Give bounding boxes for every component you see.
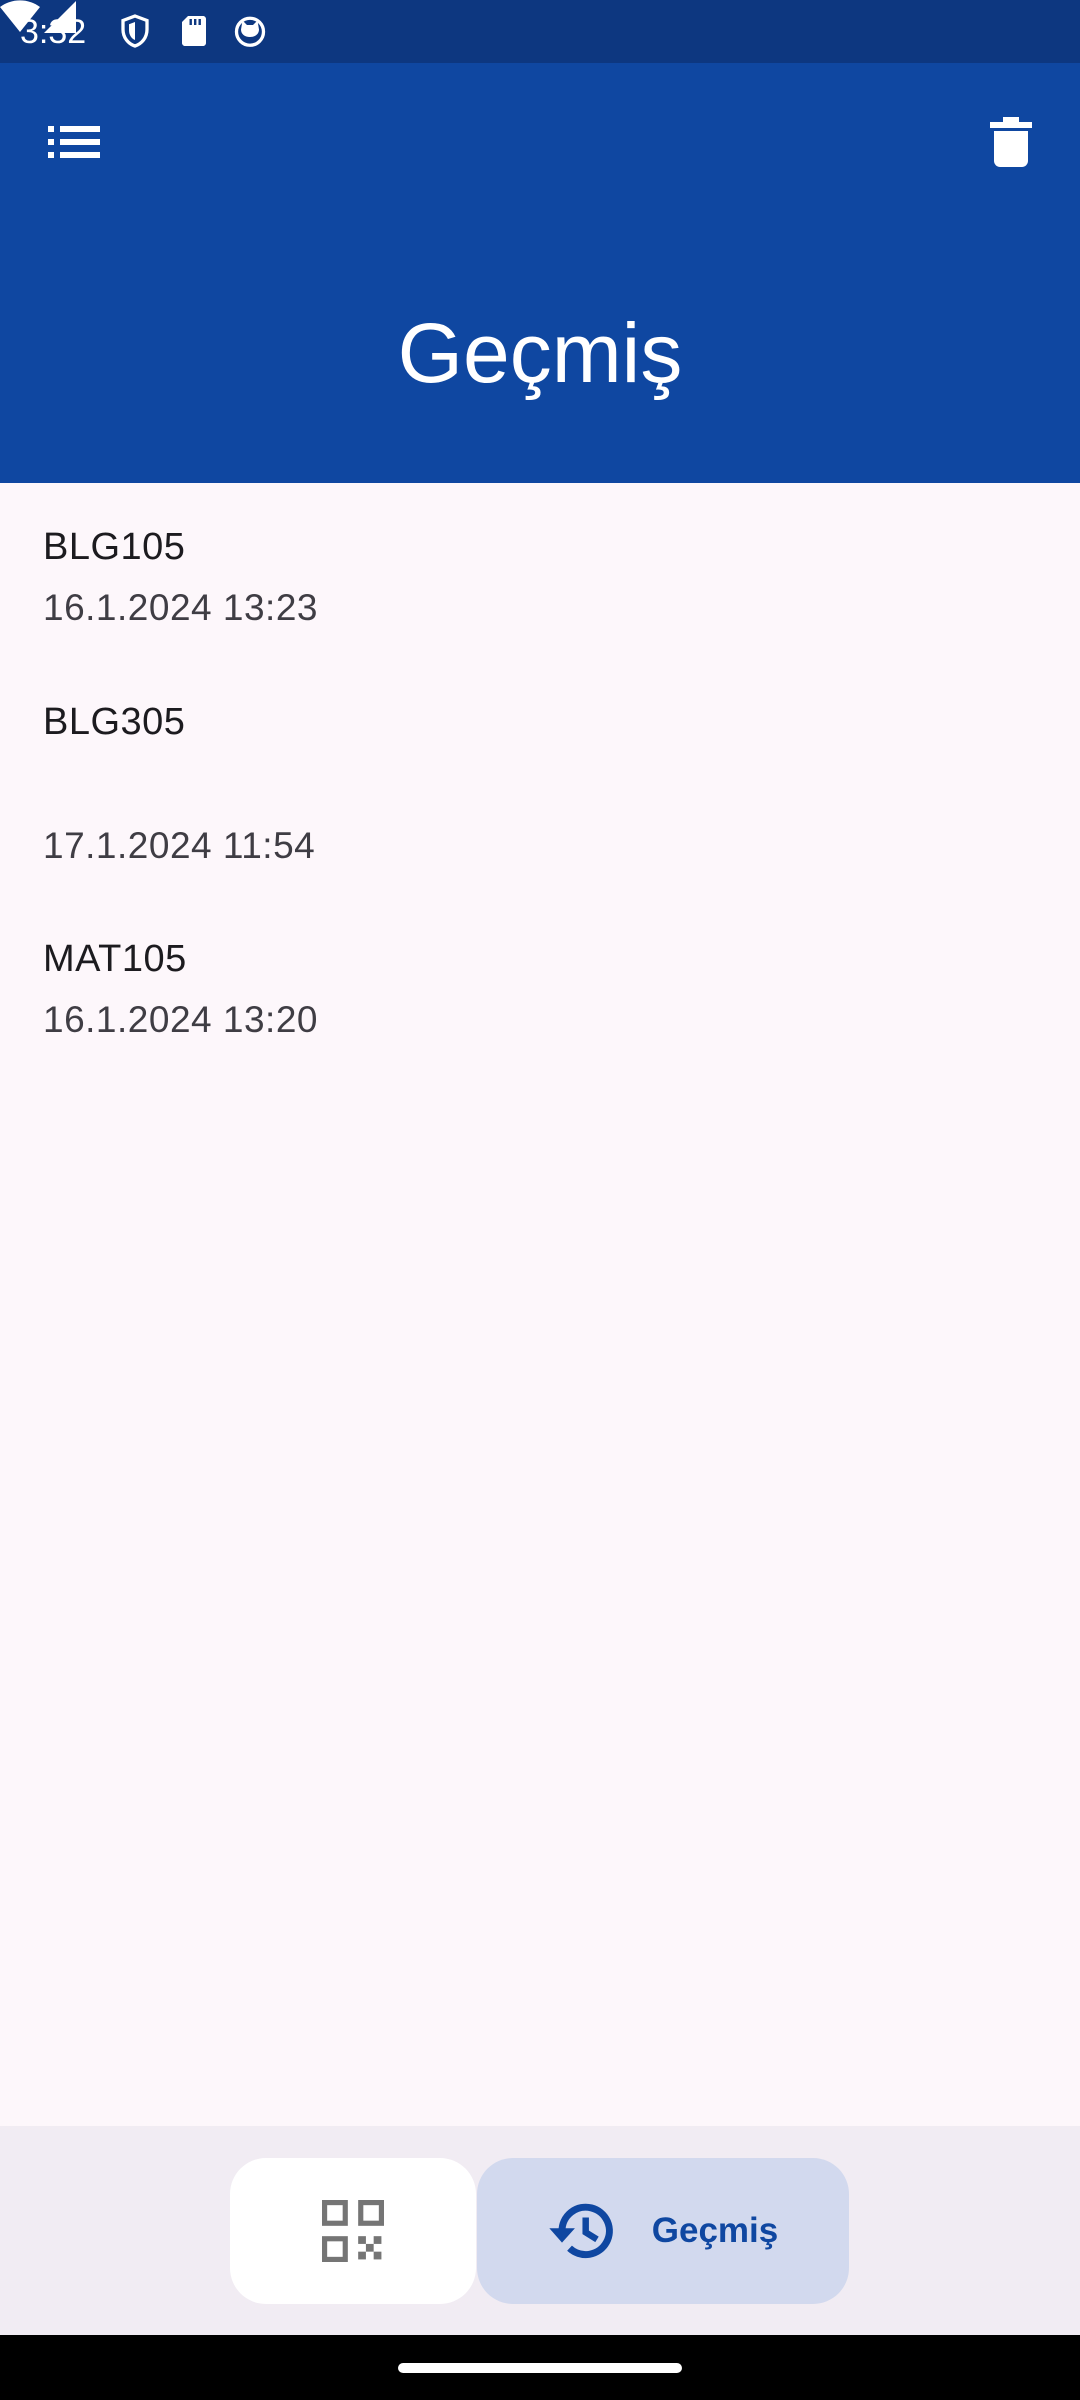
history-item-date: 17.1.2024 11:54 <box>43 825 316 866</box>
nav-history-label: Geçmiş <box>651 2211 779 2250</box>
list-icon <box>48 126 100 158</box>
status-time: 3:32 <box>20 13 87 51</box>
nav-scan-tab[interactable] <box>230 2158 476 2304</box>
system-navigation-bar <box>0 2335 1080 2400</box>
cat-icon <box>234 16 266 47</box>
delete-history-button[interactable] <box>975 106 1047 178</box>
gesture-handle[interactable] <box>398 2363 682 2373</box>
history-item-code: BLG105 <box>43 526 186 568</box>
history-item[interactable]: MAT105 16.1.2024 13:20 <box>43 937 1043 1047</box>
bottom-navigation: Geçmiş <box>0 2126 1080 2335</box>
app-bar: Geçmiş <box>0 63 1080 483</box>
page-title: Geçmiş <box>397 306 683 400</box>
trash-icon <box>990 117 1032 167</box>
history-item-date: 16.1.2024 13:23 <box>43 587 318 628</box>
status-bar: 3:32 <box>0 0 1080 63</box>
history-item[interactable]: BLG305 17.1.2024 11:54 <box>43 700 1043 870</box>
sd-card-icon <box>182 16 206 46</box>
qr-code-icon <box>322 2200 384 2262</box>
shield-icon <box>121 14 149 48</box>
menu-button[interactable] <box>40 108 108 176</box>
history-item-code: MAT105 <box>43 938 187 980</box>
history-item-date: 16.1.2024 13:20 <box>43 999 318 1040</box>
history-item-code: BLG305 <box>43 701 186 743</box>
nav-history-tab[interactable]: Geçmiş <box>477 2158 849 2304</box>
history-item[interactable]: BLG105 16.1.2024 13:23 <box>43 525 1043 635</box>
history-icon <box>549 2203 613 2259</box>
